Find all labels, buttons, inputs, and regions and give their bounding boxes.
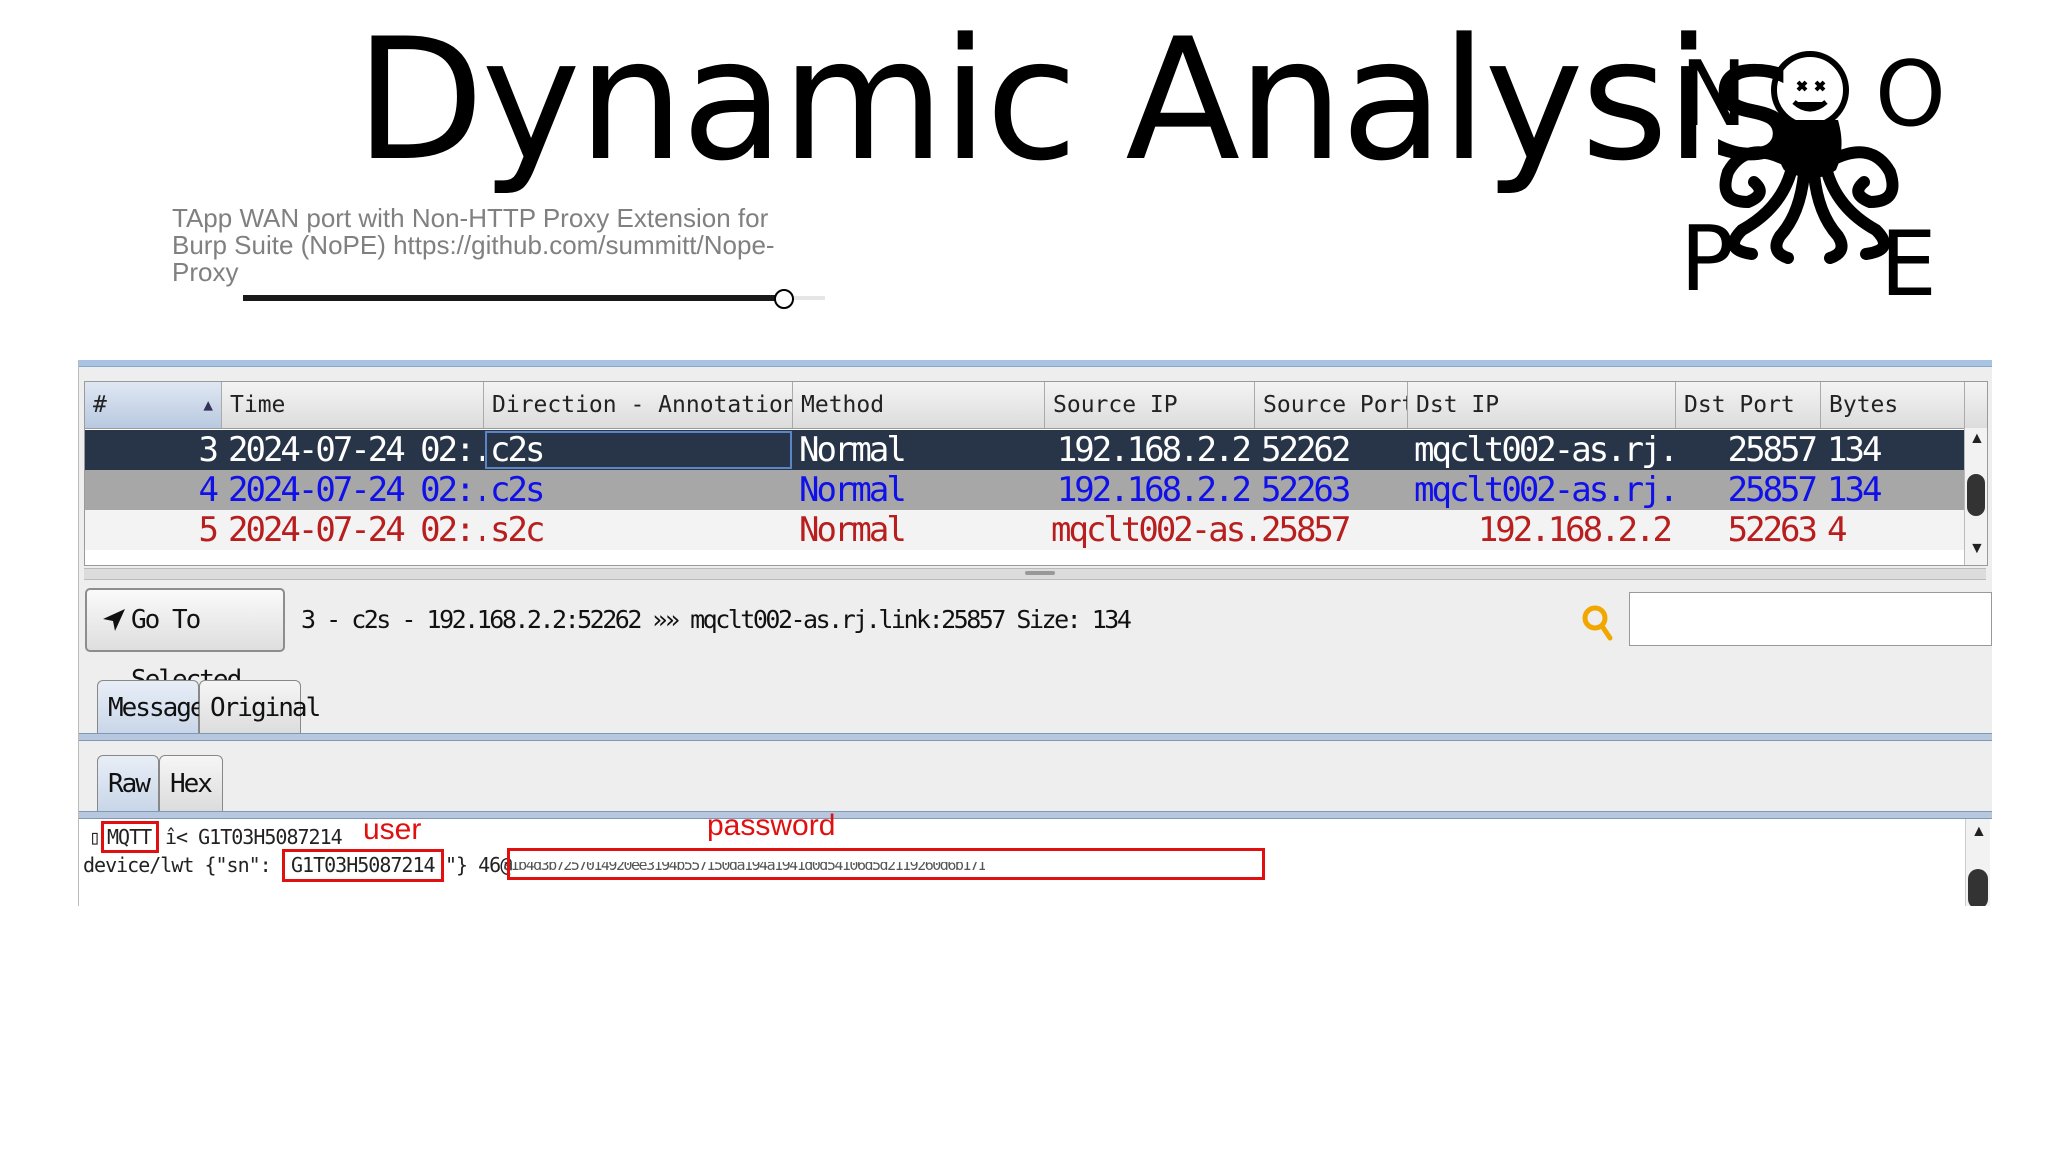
cell-time: 2024-07-24 02:... xyxy=(228,430,484,470)
tab-hex[interactable]: Hex xyxy=(159,755,223,811)
traffic-table[interactable]: # ▲ Time Direction - Annotation Method S… xyxy=(84,381,1988,566)
cell-dst-port: 25857 xyxy=(1727,470,1818,510)
tab-original[interactable]: Original xyxy=(199,680,321,734)
cell-bytes: 134 xyxy=(1827,430,1882,470)
cell-source-ip: mqclt002-as... xyxy=(1051,510,1255,550)
cell-num: 3 xyxy=(198,430,219,470)
column-header-method[interactable]: Method xyxy=(793,382,1045,428)
table-header: # ▲ Time Direction - Annotation Method S… xyxy=(85,382,1987,429)
raw-user-field: î< G1T03H5087214 xyxy=(165,825,343,849)
column-header-bytes[interactable]: Bytes xyxy=(1821,382,1965,428)
table-row[interactable]: 4 2024-07-24 02:... c2s Normal 192.168.2… xyxy=(85,470,1965,510)
cell-dst-port: 25857 xyxy=(1727,430,1818,470)
table-row-selected[interactable]: 3 2024-07-24 02:... c2s Normal 192.168.2… xyxy=(85,430,1965,470)
raw-message-editor[interactable]: ▯ MQTT î< G1T03H5087214 device/lwt {"sn"… xyxy=(79,811,1992,906)
go-to-selected-button[interactable]: Go To Selected xyxy=(85,588,285,695)
slide-title: Dynamic Analysis xyxy=(355,2,1797,198)
cell-method: Normal xyxy=(799,430,907,470)
column-header-dst-ip[interactable]: Dst IP xyxy=(1408,382,1676,428)
tab-strip-border xyxy=(79,733,1992,741)
raw-control-char: ▯ xyxy=(89,825,101,849)
password-annotation: password xyxy=(707,809,836,842)
mqtt-highlight-box xyxy=(101,821,159,853)
slide-caption: TApp WAN port with Non-HTTP Proxy Extens… xyxy=(172,203,775,287)
scrollbar-thumb[interactable] xyxy=(1967,474,1985,516)
table-row[interactable]: 5 2024-07-24 02:... s2c Normal mqclt002-… xyxy=(85,510,1965,550)
cell-direction: c2s xyxy=(490,470,545,510)
cell-dst-ip: mqclt002-as.rj.li... xyxy=(1414,470,1676,510)
window-topbar xyxy=(79,360,1992,367)
split-pane-divider[interactable] xyxy=(84,568,1986,580)
table-scrollbar[interactable]: ▲ ▼ xyxy=(1964,428,1987,565)
octopus-icon xyxy=(1719,51,1899,264)
cell-dst-ip: 192.168.2.2 xyxy=(1477,510,1673,550)
navigation-arrow-icon xyxy=(103,609,125,631)
search-input[interactable] xyxy=(1629,592,1992,646)
nope-logo: N O P E xyxy=(1680,50,1950,310)
cell-direction: c2s xyxy=(484,430,793,470)
selected-message-info: 3 - c2s - 192.168.2.2:52262 »» mqclt002-… xyxy=(301,605,1132,634)
column-header-source-ip[interactable]: Source IP xyxy=(1045,382,1255,428)
cell-dst-ip: mqclt002-as.rj.li... xyxy=(1414,430,1676,470)
slider-thumb[interactable] xyxy=(774,289,794,309)
column-header-source-port[interactable]: Source Port xyxy=(1255,382,1408,428)
column-header-dst-port[interactable]: Dst Port xyxy=(1676,382,1821,428)
serial-highlight-box xyxy=(282,849,444,882)
raw-payload-mid: "} 46@ xyxy=(445,853,512,877)
progress-slider[interactable] xyxy=(243,289,825,309)
cell-time: 2024-07-24 02:... xyxy=(228,470,484,510)
divider-grip-icon xyxy=(1025,571,1055,575)
column-header-time[interactable]: Time xyxy=(222,382,484,428)
cell-source-port: 52263 xyxy=(1261,470,1351,510)
cell-source-port: 25857 xyxy=(1261,510,1351,550)
cell-num: 5 xyxy=(198,510,219,550)
cell-source-port: 52262 xyxy=(1261,430,1351,470)
cell-time: 2024-07-24 02:... xyxy=(228,510,484,550)
search-icon xyxy=(1582,605,1613,641)
cell-source-ip: 192.168.2.2 xyxy=(1056,470,1252,510)
sort-ascending-icon: ▲ xyxy=(203,395,213,414)
cell-method: Normal xyxy=(799,470,907,510)
cell-bytes: 4 xyxy=(1827,510,1847,550)
raw-topic-prefix: device/lwt {"sn": xyxy=(83,853,272,877)
raw-scrollbar[interactable]: ▲ xyxy=(1965,819,1990,906)
cell-source-ip: 192.168.2.2 xyxy=(1056,430,1252,470)
burp-nope-window: # ▲ Time Direction - Annotation Method S… xyxy=(78,360,1992,906)
cell-bytes: 134 xyxy=(1827,470,1882,510)
password-highlight-box xyxy=(507,848,1265,880)
column-header-direction[interactable]: Direction - Annotation xyxy=(484,382,793,428)
tab-raw[interactable]: Raw xyxy=(97,755,159,811)
cell-num: 4 xyxy=(198,470,219,510)
scroll-down-icon[interactable]: ▼ xyxy=(1969,540,1985,558)
scroll-up-icon[interactable]: ▲ xyxy=(1969,430,1985,448)
user-annotation: user xyxy=(363,813,422,846)
slider-fill xyxy=(243,295,784,301)
cell-method: Normal xyxy=(799,510,907,550)
column-label: # xyxy=(93,392,107,418)
column-header-num[interactable]: # ▲ xyxy=(85,382,222,428)
scrollbar-thumb[interactable] xyxy=(1968,869,1988,906)
tab-message[interactable]: Message xyxy=(97,680,206,734)
cell-direction: s2c xyxy=(490,510,545,550)
scroll-up-icon[interactable]: ▲ xyxy=(1971,823,1987,841)
cell-dst-port: 52263 xyxy=(1727,510,1818,550)
